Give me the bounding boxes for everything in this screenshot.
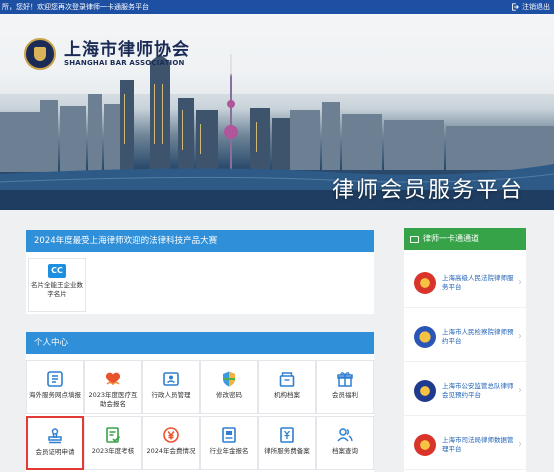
tile-label: 修改密码 [216, 391, 242, 399]
tile-label: 会员福利 [332, 391, 358, 399]
document-icon [222, 427, 236, 443]
tile-institution-archive[interactable]: 机构档案 [258, 360, 316, 414]
logout-icon [512, 3, 519, 11]
channel-title: 律师一卡通通道 [423, 234, 479, 243]
logout-link[interactable]: 注销退出 [511, 0, 550, 14]
camcard-logo-icon: CC [48, 264, 66, 278]
stamp-icon [48, 428, 62, 444]
channel-item-label: 上海市司法局律师数据管理平台 [442, 435, 514, 453]
tile-membership-certificate[interactable]: 会员证明申请 [26, 416, 84, 470]
tile-label: 行业年金报名 [209, 447, 249, 455]
channel-header: 律师一卡通通道 [404, 228, 526, 250]
chevron-right-icon: › [518, 277, 522, 288]
logout-label: 注销退出 [522, 3, 550, 11]
tile-membership-fee[interactable]: 2024年会费情况 [142, 416, 200, 470]
id-card-icon [163, 372, 179, 386]
channel-item-procuratorate[interactable]: 上海市人民检察院律师预约平台 › [404, 312, 526, 362]
association-seal-icon [24, 38, 56, 70]
channel-item-high-court[interactable]: 上海高级人民法院律师服务平台 › [404, 258, 526, 308]
logo-cn-name: 上海市律师协会 [64, 39, 190, 60]
court-emblem-icon [414, 271, 436, 294]
tile-admin-staff[interactable]: 行政人员管理 [142, 360, 200, 414]
chevron-right-icon: › [518, 385, 522, 396]
tile-label: 2023年度考核 [91, 447, 135, 455]
yuan-icon [163, 427, 179, 443]
chevron-right-icon: › [518, 331, 522, 342]
tile-label: 2023年度医疗互助会报名 [88, 391, 138, 408]
tile-label: 档案查询 [332, 447, 358, 455]
association-logo: 上海市律师协会 SHANGHAI BAR ASSOCIATION [24, 38, 190, 70]
tile-label: 行政人员管理 [151, 391, 191, 399]
tile-change-password[interactable]: 修改密码 [200, 360, 258, 414]
archive-icon [279, 372, 295, 387]
fee-filing-icon [280, 427, 294, 443]
tile-label: 律所服务费备案 [264, 447, 310, 455]
promo-item-camcard[interactable]: CC 名片全能王企业数字名片 [28, 258, 86, 312]
tile-industry-annuity[interactable]: 行业年金报名 [200, 416, 258, 470]
tile-label: 海外服务网点填报 [29, 391, 81, 399]
tile-label: 2024年会费情况 [146, 447, 196, 455]
tile-member-benefits[interactable]: 会员福利 [316, 360, 374, 414]
people-icon [337, 428, 353, 442]
channel-item-label: 上海高级人民法院律师服务平台 [442, 273, 514, 291]
tile-medical-mutual-aid[interactable]: 2023年度医疗互助会报名 [84, 360, 142, 414]
channel-item-label: 上海市人民检察院律师预约平台 [442, 327, 514, 345]
justice-emblem-icon [414, 433, 436, 456]
gift-icon [337, 372, 353, 387]
lawyer-card-channel: 律师一卡通通道 上海高级人民法院律师服务平台 › 上海市人民检察院律师预约平台 … [404, 228, 526, 472]
channel-item-label: 上海市公安监管总队律师会见预约平台 [442, 381, 514, 399]
chevron-right-icon: › [518, 439, 522, 450]
header-banner: 上海市律师协会 SHANGHAI BAR ASSOCIATION 律师会员服务平… [0, 14, 554, 210]
welcome-text: 所，您好！欢迎您再次登录律师一卡通服务平台 [2, 3, 149, 11]
checklist-icon [106, 427, 121, 443]
tile-label: 机构档案 [274, 391, 300, 399]
heart-hands-icon [105, 372, 121, 385]
tile-archive-query[interactable]: 档案查询 [316, 416, 374, 470]
tile-annual-review[interactable]: 2023年度考核 [84, 416, 142, 470]
promo-title: 2024年度最受上海律师欢迎的法律科技产品大赛 [26, 230, 374, 252]
tile-label: 会员证明申请 [35, 448, 75, 456]
card-icon [410, 235, 419, 243]
procuratorate-emblem-icon [414, 325, 436, 348]
channel-item-justice-bureau[interactable]: 上海市司法局律师数据管理平台 › [404, 420, 526, 470]
promo-item-label: 名片全能王企业数字名片 [31, 281, 83, 298]
top-bar: 所，您好！欢迎您再次登录律师一卡通服务平台 注销退出 [0, 0, 554, 14]
shield-icon [223, 371, 235, 387]
police-emblem-icon [414, 379, 436, 402]
tile-overseas-service[interactable]: 海外服务网点填报 [26, 360, 84, 414]
grid-icon [47, 371, 63, 387]
personal-center-title: 个人中心 [26, 332, 374, 354]
channel-item-police-detention[interactable]: 上海市公安监管总队律师会见预约平台 › [404, 366, 526, 416]
promo-section: 2024年度最受上海律师欢迎的法律科技产品大赛 CC 名片全能王企业数字名片 [26, 230, 374, 314]
tile-service-fee-filing[interactable]: 律所服务费备案 [258, 416, 316, 470]
platform-title: 律师会员服务平台 [331, 178, 524, 203]
personal-center-section: 个人中心 海外服务网点填报 2023年度医疗互助会报名 行政人员管理 修改密码 … [26, 332, 374, 472]
logo-en-name: SHANGHAI BAR ASSOCIATION [64, 58, 185, 67]
